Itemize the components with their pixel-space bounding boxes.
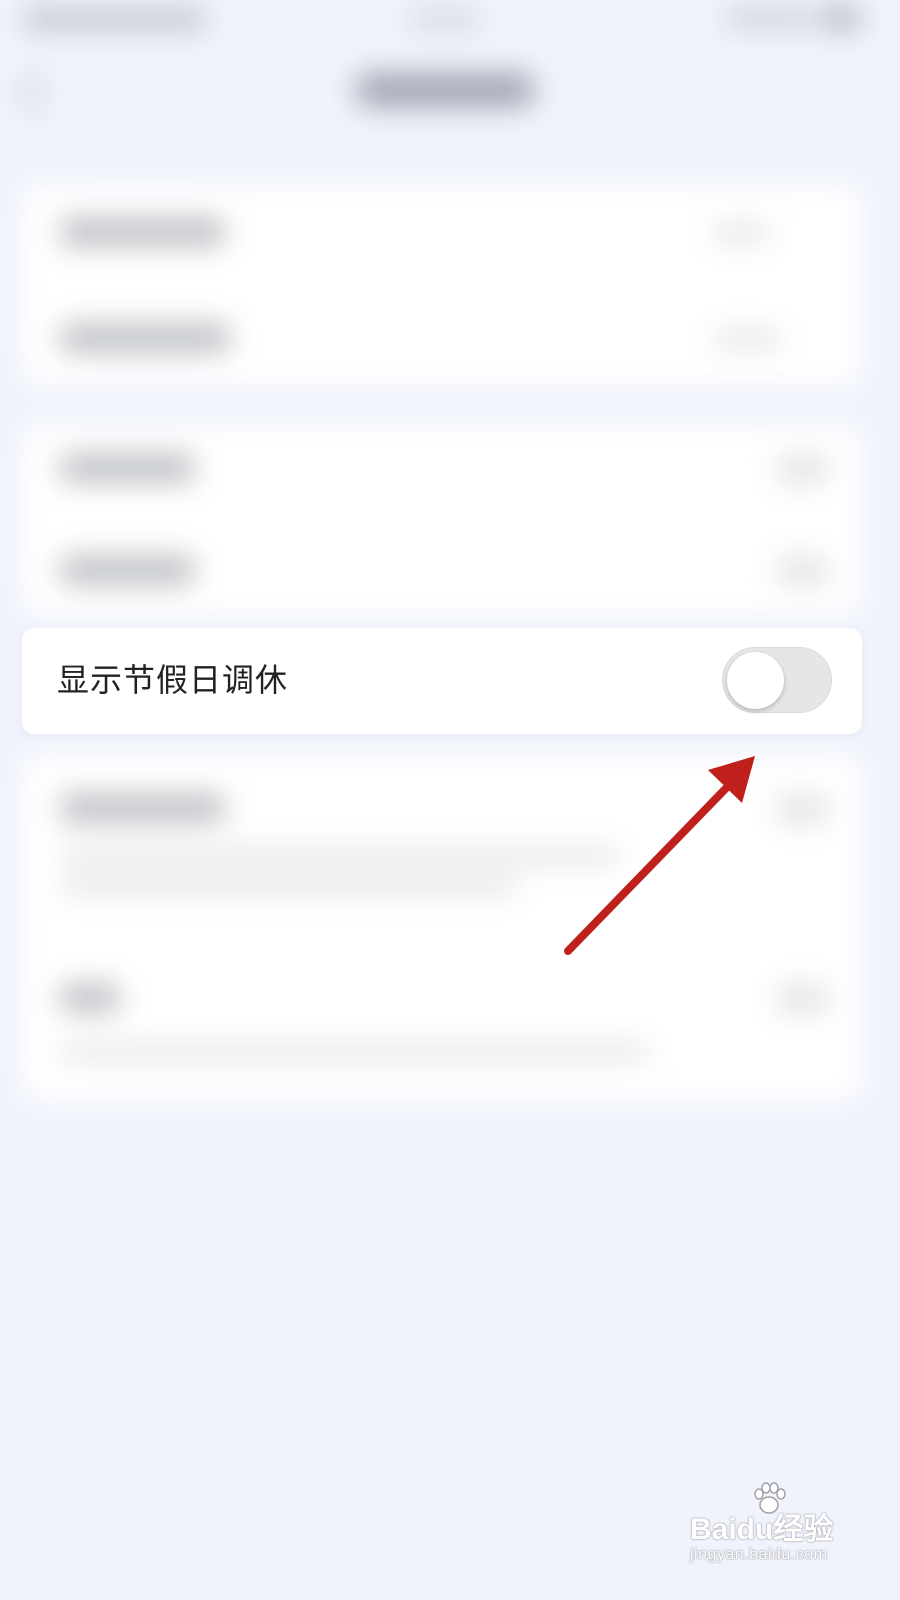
status-bar [0, 0, 900, 40]
blurred-background [0, 0, 900, 1600]
setting-row-label: 显示节假日调休 [57, 661, 289, 699]
settings-card-2 [22, 425, 862, 615]
setting-row-value [712, 223, 772, 243]
status-bar-time [22, 8, 207, 30]
status-bar-signal-icon [725, 8, 815, 28]
setting-row-label [60, 793, 225, 823]
settings-card-1 [22, 185, 862, 385]
settings-card-3 [22, 755, 862, 1100]
page-title [355, 73, 535, 107]
setting-row-label [60, 983, 120, 1013]
watermark-brand: Baidu经验 [690, 1513, 834, 1546]
setting-row-description [60, 1043, 650, 1061]
nav-bar [0, 55, 900, 125]
setting-row-description [60, 877, 520, 895]
back-icon[interactable] [19, 70, 64, 115]
setting-row-label [60, 323, 230, 353]
setting-row-description [60, 847, 620, 865]
setting-row-label [60, 217, 225, 247]
setting-row-label [60, 453, 195, 483]
toggle-switch[interactable] [777, 983, 829, 1015]
toggle-switch[interactable] [777, 555, 829, 587]
toggle-switch[interactable] [777, 793, 829, 825]
status-bar-center [410, 10, 480, 28]
toggle-switch[interactable] [777, 453, 829, 485]
watermark: Baidu经验 jingyan.baidu.com [690, 1480, 870, 1580]
battery-icon [820, 6, 862, 30]
holiday-adjustment-toggle[interactable] [722, 647, 832, 713]
setting-row-label [60, 555, 195, 585]
setting-row-holiday-adjustment[interactable]: 显示节假日调休 [22, 628, 862, 734]
setting-row-value [712, 329, 782, 349]
toggle-knob [727, 652, 784, 709]
watermark-url: jingyan.baidu.com [690, 1546, 828, 1563]
